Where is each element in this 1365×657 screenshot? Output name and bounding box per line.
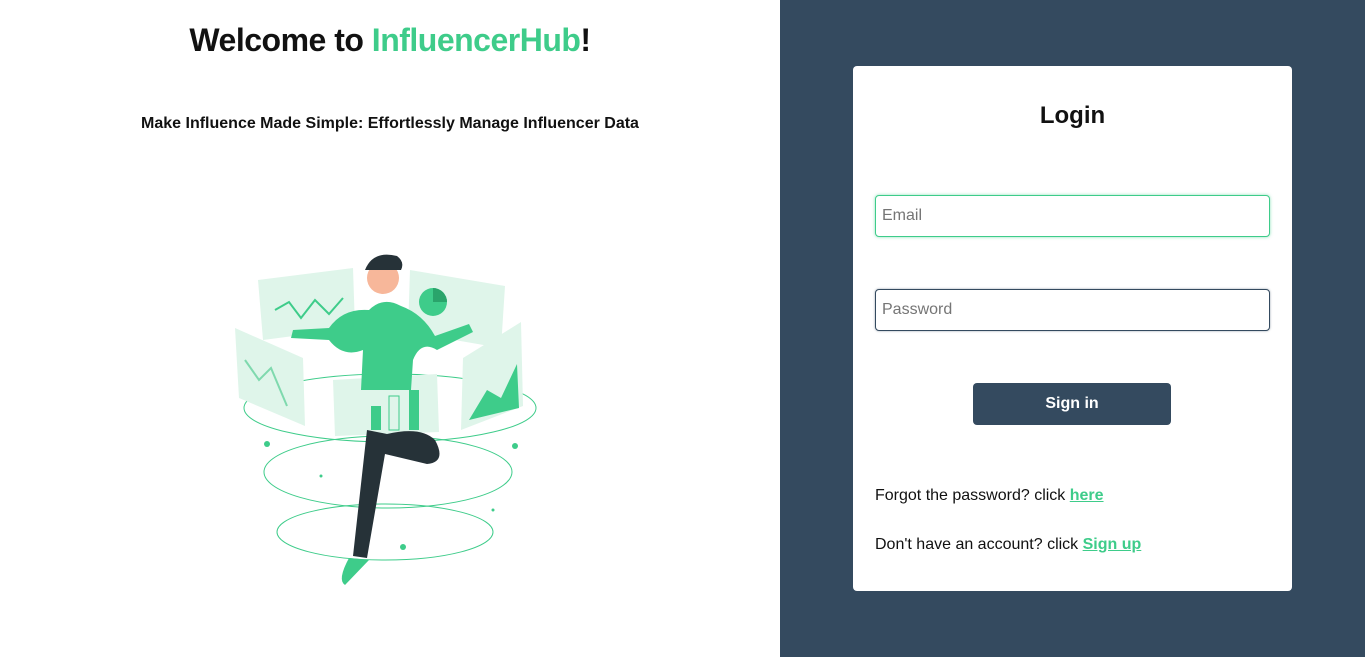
sign-up-link[interactable]: Sign up (1083, 536, 1142, 553)
forgot-password-text: Forgot the password? click here (875, 487, 1104, 505)
welcome-panel: Welcome to InfluencerHub! Make Influence… (0, 0, 780, 657)
forgot-password-label: Forgot the password? click (875, 487, 1070, 504)
email-input[interactable] (875, 195, 1270, 237)
welcome-suffix: ! (580, 22, 591, 58)
password-input[interactable] (875, 289, 1270, 331)
login-panel: Login Sign in Forgot the password? click… (780, 0, 1365, 657)
signup-prompt-text: Don't have an account? click Sign up (875, 536, 1141, 554)
welcome-heading: Welcome to InfluencerHub! (0, 22, 780, 59)
tagline: Make Influence Made Simple: Effortlessly… (141, 115, 639, 132)
login-card: Login Sign in Forgot the password? click… (853, 66, 1292, 591)
sign-in-button[interactable]: Sign in (973, 383, 1171, 425)
signup-prompt-label: Don't have an account? click (875, 536, 1083, 553)
welcome-prefix: Welcome to (189, 22, 372, 58)
person-with-dashboards-illustration (235, 254, 537, 585)
login-title: Login (1039, 102, 1106, 129)
forgot-password-link[interactable]: here (1070, 487, 1104, 504)
brand-name: InfluencerHub (371, 22, 581, 58)
